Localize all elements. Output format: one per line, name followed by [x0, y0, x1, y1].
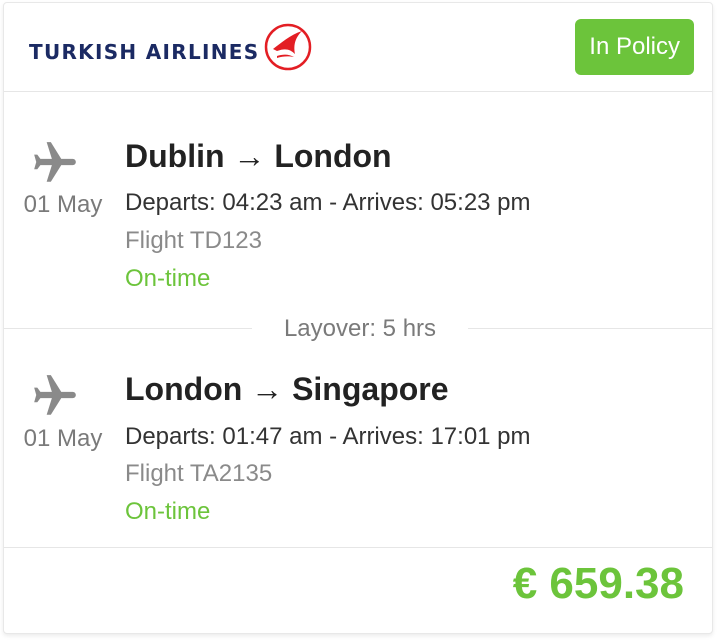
turkish-airlines-bird-icon	[265, 23, 312, 71]
in-policy-badge: In Policy	[575, 19, 694, 75]
flight-segment[interactable]: 01 May London → Singapore Departs: 01:47…	[4, 329, 712, 548]
segment-times: Departs: 04:23 am - Arrives: 05:23 pm	[125, 189, 531, 216]
total-price: € 659.38	[512, 559, 684, 608]
flight-itinerary-card[interactable]: TURKISH AIRLINES In Policy 01 May Dublin…	[3, 2, 713, 634]
flight-number: Flight TA2135	[125, 460, 273, 487]
flight-number: Flight TD123	[125, 227, 262, 254]
segment-route: London → Singapore	[125, 371, 449, 407]
segment-date: 01 May	[23, 191, 103, 218]
airline-logo: TURKISH AIRLINES	[29, 17, 313, 77]
flight-status: On-time	[125, 265, 211, 292]
segment-times: Departs: 01:47 am - Arrives: 17:01 pm	[125, 423, 531, 450]
card-header: TURKISH AIRLINES In Policy	[4, 3, 712, 92]
airplane-icon	[34, 375, 76, 415]
segment-date: 01 May	[23, 425, 103, 452]
airplane-icon	[34, 142, 76, 182]
flight-status: On-time	[125, 498, 211, 525]
segment-route: Dublin → London	[125, 138, 392, 174]
flight-segment[interactable]: 01 May Dublin → London Departs: 04:23 am…	[4, 92, 712, 329]
airline-name: TURKISH AIRLINES	[29, 40, 260, 64]
